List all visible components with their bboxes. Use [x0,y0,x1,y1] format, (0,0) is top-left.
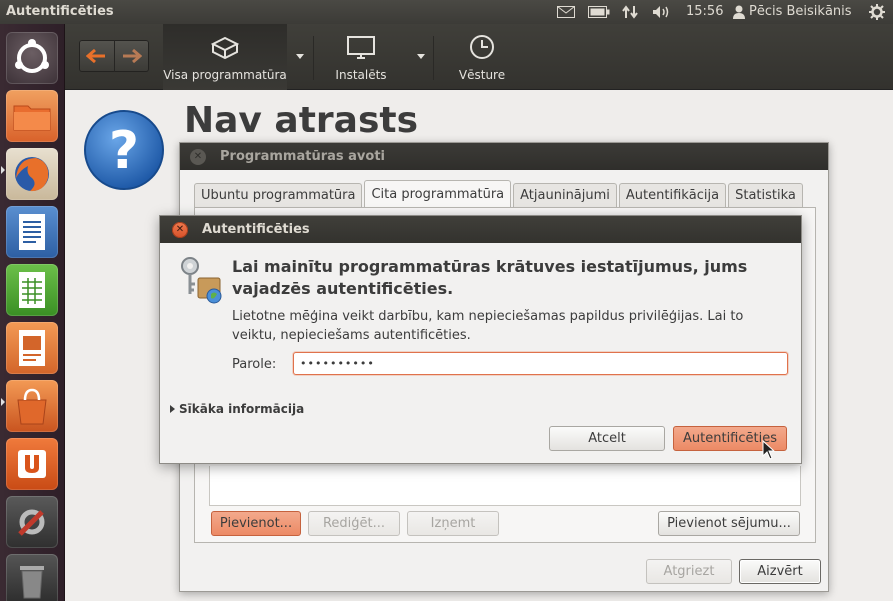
close-button[interactable]: Aizvērt [739,559,821,584]
question-help-icon: ? [82,108,166,192]
auth-close-icon[interactable]: ✕ [172,221,188,238]
forward-button[interactable] [115,40,150,72]
launcher [0,24,65,601]
dash-home-icon[interactable] [6,32,58,84]
tab-other-software[interactable]: Cita programmatūra [364,180,512,207]
keys-icon [176,254,224,306]
page-title: Nav atrasts [184,100,419,141]
back-button[interactable] [79,40,115,72]
calc-icon[interactable] [6,264,58,316]
tab-ubuntu-software[interactable]: Ubuntu programmatūra [194,183,363,207]
auth-heading: Lai mainītu programmatūras krātuves iest… [232,257,748,298]
running-indicator [1,398,5,406]
password-label: Parole: [232,357,277,372]
toolbar-history-label: Vēsture [458,68,506,82]
all-software-dropdown-icon[interactable] [296,54,304,59]
add-volume-button[interactable]: Pievienot sējumu... [658,511,800,536]
firefox-icon[interactable] [6,148,58,200]
toolbar-separator [433,36,434,80]
user-name: Pēcis Beisikānis [749,4,852,19]
authentication-dialog: ✕ Autentificēties Lai mainītu programmat… [159,215,802,464]
mail-icon[interactable] [555,3,577,21]
history-clock-icon [470,35,494,59]
auth-titlebar: ✕ Autentificēties [160,216,801,243]
auth-body: Lietotne mēģina veikt darbību, kam nepie… [232,309,744,343]
auth-title: Autentificēties [202,222,310,237]
add-source-button[interactable]: Pievienot... [211,511,301,536]
impress-icon[interactable] [6,322,58,374]
software-center-icon[interactable] [6,380,58,432]
files-folder-icon[interactable] [6,90,58,142]
sources-close-icon[interactable]: ✕ [190,148,206,165]
power-gear-icon[interactable] [866,3,888,21]
installed-dropdown-icon[interactable] [417,54,425,59]
sources-titlebar: ✕ Programmatūras avoti [180,143,828,170]
sources-tabs: Ubuntu programmatūra Cita programmatūra … [194,180,805,207]
sources-list[interactable] [209,466,801,506]
svg-text:?: ? [109,121,139,181]
toolbar-installed-label: Instalēts [335,68,387,82]
tab-statistics[interactable]: Statistika [728,183,803,207]
system-settings-icon[interactable] [6,496,58,548]
mouse-pointer-icon [762,439,776,464]
software-center-toolbar: Visa programmatūra Instalēts Vēsture [65,24,893,90]
details-expander[interactable]: Sīkāka informācija [170,402,304,416]
toolbar-all-software[interactable]: Visa programmatūra [163,24,287,90]
ubuntu-one-icon[interactable] [6,438,58,490]
forward-arrow-icon [122,49,142,63]
expander-triangle-icon [170,405,175,413]
revert-button[interactable]: Atgriezt [646,559,732,584]
tab-updates[interactable]: Atjauninājumi [513,183,617,207]
clock[interactable]: 15:56 [686,4,723,19]
details-label: Sīkāka informācija [179,402,305,416]
toolbar-history[interactable]: Vēsture [447,24,517,90]
sources-title: Programmatūras avoti [220,149,385,164]
top-panel: Autentificēties 15:56 Pēcis Beisikānis [0,0,893,24]
navigation-buttons [79,40,149,72]
back-arrow-icon [86,49,106,63]
volume-icon[interactable] [651,3,673,21]
user-icon [733,5,745,19]
edit-source-button[interactable]: Rediģēt... [308,511,400,536]
battery-icon[interactable] [587,3,611,21]
writer-icon[interactable] [6,206,58,258]
tab-authentication[interactable]: Autentifikācija [618,183,727,207]
remove-source-button[interactable]: Izņemt [407,511,499,536]
window-title: Autentificēties [6,4,114,19]
password-input[interactable] [293,352,788,375]
all-software-icon [211,36,239,60]
toolbar-separator [313,36,314,80]
toolbar-installed[interactable]: Instalēts [325,24,397,90]
user-menu[interactable]: Pēcis Beisikānis [733,4,852,19]
running-indicator [1,166,5,174]
network-icon[interactable] [620,3,640,21]
installed-monitor-icon [347,36,375,59]
cancel-button[interactable]: Atcelt [549,426,665,451]
toolbar-all-software-label: Visa programmatūra [163,68,287,82]
trash-icon[interactable] [6,554,58,601]
